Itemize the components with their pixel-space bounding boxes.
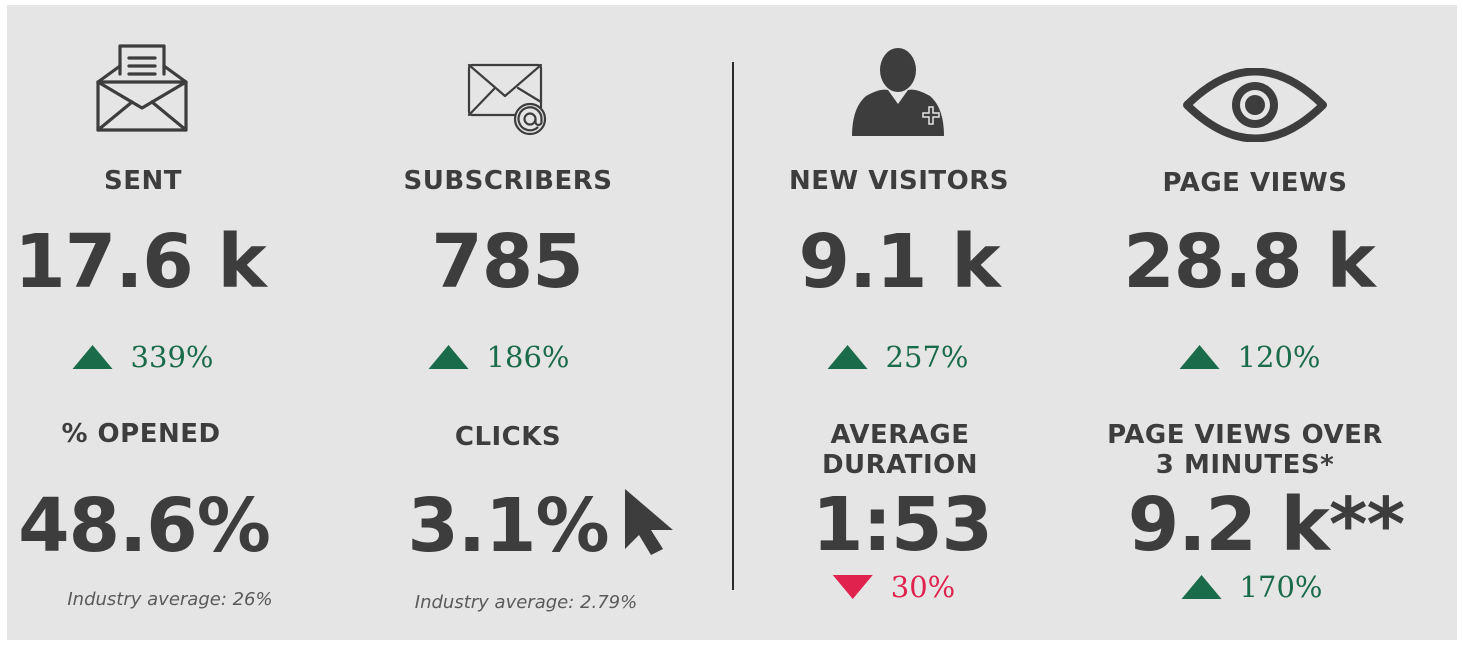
long-views-value: 9.2 k**	[1127, 482, 1405, 568]
opened-label: % OPENED	[61, 419, 221, 449]
long-views-change: 170%	[1181, 570, 1323, 604]
new-visitors-change-value: 257%	[885, 340, 969, 374]
up-arrow-icon	[72, 345, 113, 369]
subscribers-label: SUBSCRIBERS	[403, 166, 613, 196]
eye-icon	[1183, 68, 1327, 142]
page-views-label: PAGE VIEWS	[1162, 168, 1348, 198]
sent-change-value: 339%	[130, 340, 214, 374]
avg-duration-label-line2: DURATION	[821, 450, 979, 480]
page-views-change: 120%	[1179, 340, 1321, 374]
sent-change: 339%	[72, 340, 214, 374]
up-arrow-icon	[1181, 575, 1222, 599]
open-envelope-icon	[96, 44, 188, 132]
new-visitors-label: NEW VISITORS	[788, 166, 1010, 196]
subscribers-change: 186%	[428, 340, 570, 374]
long-views-change-value: 170%	[1239, 570, 1323, 604]
sent-value: 17.6 k	[14, 219, 267, 305]
envelope-at-icon	[467, 63, 547, 136]
cursor-arrow-icon	[625, 489, 673, 555]
subscribers-value: 785	[431, 219, 583, 305]
section-divider	[732, 62, 734, 590]
up-arrow-icon	[1179, 345, 1220, 369]
clicks-label: CLICKS	[454, 422, 562, 452]
opened-value: 48.6%	[18, 483, 271, 569]
page-views-value: 28.8 k	[1123, 219, 1376, 305]
avg-duration-change: 30%	[832, 570, 956, 604]
long-views-label: PAGE VIEWS OVER 3 MINUTES*	[1107, 420, 1383, 480]
up-arrow-icon	[827, 345, 868, 369]
long-views-label-line1: PAGE VIEWS OVER	[1107, 420, 1383, 450]
avg-duration-label: AVERAGE DURATION	[822, 420, 978, 480]
avg-duration-value: 1:53	[811, 482, 993, 568]
sent-label: SENT	[104, 166, 182, 196]
new-visitors-value: 9.1 k	[798, 219, 1000, 305]
add-user-icon	[852, 48, 944, 136]
page-views-change-value: 120%	[1237, 340, 1321, 374]
clicks-value: 3.1%	[407, 483, 609, 569]
avg-duration-label-line1: AVERAGE	[830, 420, 970, 450]
avg-duration-change-value: 30%	[890, 570, 956, 604]
opened-industry-note: Industry average: 26%	[67, 589, 273, 610]
down-arrow-icon	[832, 575, 873, 599]
subscribers-change-value: 186%	[486, 340, 570, 374]
new-visitors-change: 257%	[827, 340, 969, 374]
up-arrow-icon	[428, 345, 469, 369]
clicks-industry-note: Industry average: 2.79%	[414, 592, 638, 613]
long-views-label-line2: 3 MINUTES*	[1155, 450, 1335, 480]
